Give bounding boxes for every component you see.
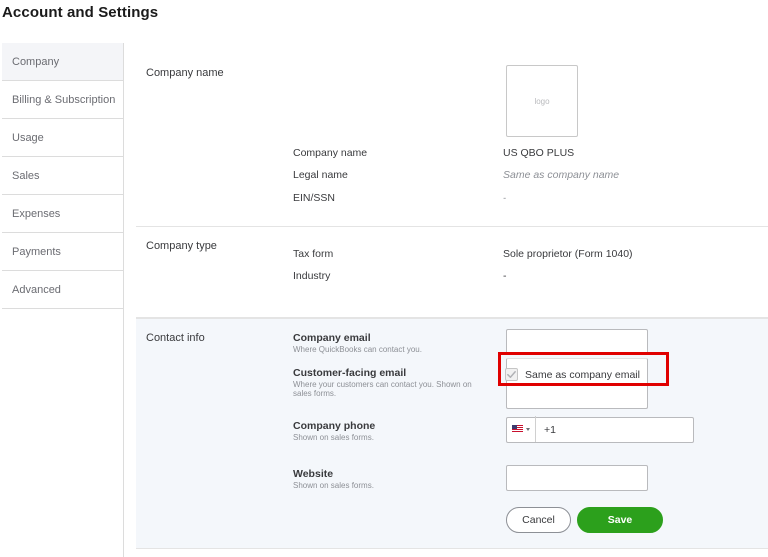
cancel-button[interactable]: Cancel (506, 507, 571, 533)
page-title: Account and Settings (2, 4, 159, 21)
save-button[interactable]: Save (577, 507, 663, 533)
chevron-down-icon (525, 427, 530, 431)
section-label-contact-info: Contact info (146, 332, 205, 344)
section-label-company-type: Company type (146, 240, 217, 252)
settings-main: Company name logo Company name US QBO PL… (124, 43, 768, 557)
phone-value: +1 (544, 424, 556, 436)
sidebar-item-usage[interactable]: Usage (2, 119, 123, 157)
customer-email-sub: Where your customers can contact you. Sh… (293, 380, 472, 398)
company-email-input[interactable] (506, 329, 648, 355)
company-name-value: US QBO PLUS (503, 147, 575, 159)
ein-ssn-value: - (503, 193, 506, 203)
tax-form-label: Tax form (293, 248, 334, 260)
company-type-section[interactable]: Company type Tax form Sole proprietor (F… (136, 227, 768, 318)
contact-info-section: Contact info Company email Where QuickBo… (136, 318, 768, 549)
logo-upload[interactable]: logo (506, 65, 578, 137)
sidebar-item-payments[interactable]: Payments (2, 233, 123, 271)
company-email-sub: Where QuickBooks can contact you. (293, 345, 422, 354)
same-as-email-option[interactable]: Same as company email (503, 362, 640, 387)
ein-ssn-label: EIN/SSN (293, 192, 336, 204)
company-email-title: Company email (293, 332, 371, 344)
checkmark-icon (507, 371, 516, 378)
company-phone-title: Company phone (293, 420, 376, 432)
website-sub: Shown on sales forms. (293, 481, 374, 490)
website-input[interactable] (506, 465, 648, 491)
sidebar-item-sales[interactable]: Sales (2, 157, 123, 195)
settings-sidebar: Company Billing & Subscription Usage Sal… (2, 43, 124, 557)
industry-label: Industry (293, 270, 331, 282)
country-code-dropdown[interactable] (506, 416, 536, 442)
legal-name-label: Legal name (293, 169, 348, 181)
us-flag-icon (511, 425, 523, 433)
website-title: Website (293, 468, 334, 480)
legal-name-value: Same as company name (503, 169, 620, 181)
logo-placeholder: logo (534, 96, 550, 106)
company-phone-sub: Shown on sales forms. (293, 433, 374, 442)
sidebar-item-advanced[interactable]: Advanced (2, 271, 123, 309)
company-name-section[interactable]: Company name logo Company name US QBO PL… (136, 43, 768, 227)
sidebar-item-expenses[interactable]: Expenses (2, 195, 123, 233)
customer-email-title: Customer-facing email (293, 367, 407, 379)
sidebar-item-billing[interactable]: Billing & Subscription (2, 81, 123, 119)
sidebar-item-company[interactable]: Company (2, 43, 123, 81)
same-as-email-label: Same as company email (525, 368, 640, 381)
tax-form-value: Sole proprietor (Form 1040) (503, 248, 633, 260)
same-as-email-checkbox[interactable] (505, 368, 518, 381)
company-name-label: Company name (293, 147, 368, 159)
section-label-company-name: Company name (146, 67, 224, 79)
industry-value: - (503, 270, 507, 282)
